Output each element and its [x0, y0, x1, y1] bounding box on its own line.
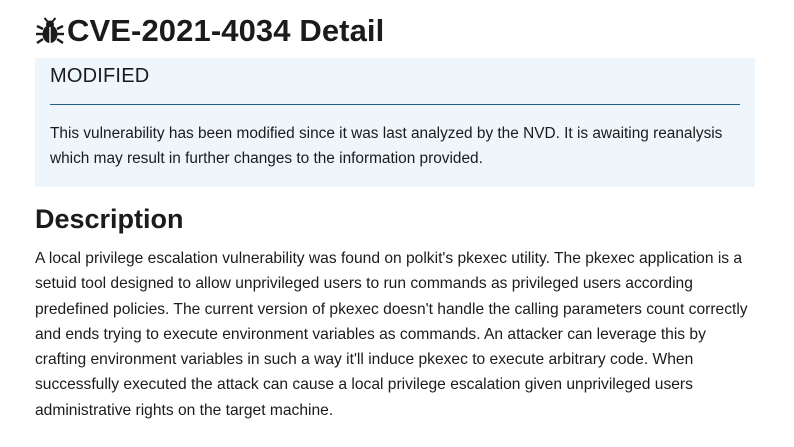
- bug-icon: [35, 16, 65, 46]
- notice-text: This vulnerability has been modified sin…: [50, 125, 723, 167]
- description-heading: Description: [35, 204, 184, 234]
- page-header: CVE-2021-4034 Detail: [35, 12, 384, 50]
- notice-heading: MODIFIED: [50, 65, 150, 87]
- cve-detail-page: CVE-2021-4034 Detail MODIFIED This vulne…: [0, 0, 794, 447]
- modified-notice: MODIFIED This vulnerability has been mod…: [35, 58, 755, 187]
- page-title: CVE-2021-4034 Detail: [67, 13, 385, 48]
- notice-divider: [50, 104, 740, 105]
- description-text: A local privilege escalation vulnerabili…: [35, 250, 748, 419]
